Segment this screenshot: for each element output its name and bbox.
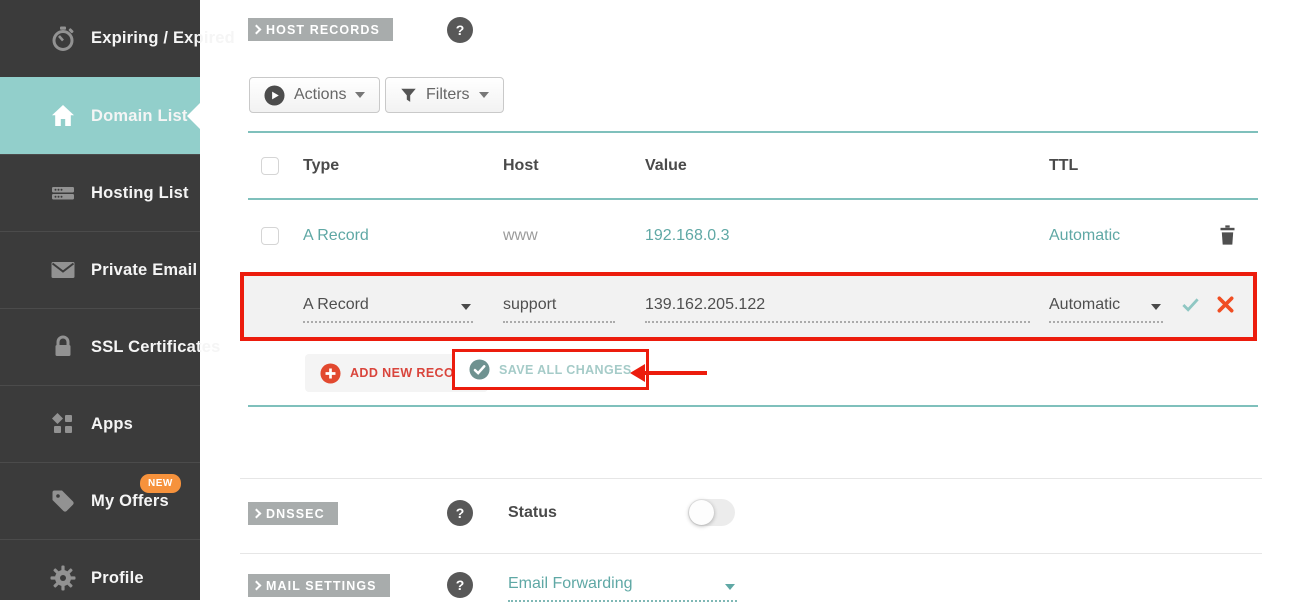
chevron-down-icon — [478, 92, 489, 98]
sidebar-item-expiring-expired[interactable]: Expiring / Expired — [0, 0, 235, 77]
filters-button[interactable]: Filters — [385, 77, 504, 113]
dnssec-status-label: Status — [508, 504, 557, 521]
column-header-ttl: TTL — [1049, 156, 1079, 174]
envelope-icon — [51, 262, 75, 278]
sidebar-item-hosting-list[interactable]: Hosting List — [0, 154, 200, 231]
select-all-checkbox[interactable] — [261, 156, 279, 175]
toggle-knob — [689, 500, 714, 525]
sidebar: Expiring / Expired Domain List Hosting L… — [0, 0, 235, 600]
host-records-help-icon[interactable]: ? — [447, 17, 473, 43]
chevron-down-icon — [355, 92, 366, 98]
record-host: www — [503, 227, 538, 244]
annotation-arrow-icon — [630, 364, 645, 382]
sidebar-item-apps[interactable]: Apps — [0, 385, 200, 462]
cancel-record-button[interactable] — [1216, 295, 1235, 317]
confirm-record-button[interactable] — [1181, 295, 1200, 317]
home-icon — [52, 105, 74, 126]
check-circle-icon — [469, 359, 490, 380]
ribbon-chevron-icon — [251, 508, 262, 519]
dnssec-section-label: DNSSEC — [248, 502, 338, 525]
sidebar-item-label: Profile — [91, 568, 144, 587]
sidebar-item-my-offers[interactable]: My Offers NEW — [0, 462, 200, 539]
annotation-arrow-line — [644, 371, 707, 375]
section-divider — [240, 478, 1262, 479]
column-header-host: Host — [503, 156, 539, 174]
play-icon — [264, 84, 285, 106]
sidebar-item-ssl-certificates[interactable]: SSL Certificates — [0, 308, 220, 385]
sidebar-item-label: Domain List — [91, 106, 188, 125]
chevron-down-icon — [1151, 304, 1161, 310]
mail-settings-select[interactable]: Email Forwarding — [508, 575, 737, 602]
sidebar-item-label: Hosting List — [91, 183, 189, 202]
ribbon-chevron-icon — [251, 24, 262, 35]
section-divider — [240, 553, 1262, 554]
row-checkbox[interactable] — [261, 227, 279, 245]
trash-icon — [1220, 224, 1235, 245]
edit-type-select[interactable]: A Record — [303, 296, 473, 323]
save-all-changes-button[interactable]: SAVE ALL CHANGES — [455, 352, 646, 387]
column-header-value: Value — [645, 156, 687, 174]
timer-icon — [52, 26, 74, 51]
close-icon — [1217, 296, 1234, 313]
new-badge: NEW — [140, 474, 181, 493]
record-value: 192.168.0.3 — [645, 227, 730, 244]
tag-icon — [52, 490, 74, 512]
record-ttl: Automatic — [1049, 227, 1121, 244]
sidebar-item-profile[interactable]: Profile — [0, 539, 200, 616]
column-header-type: Type — [303, 156, 340, 174]
sidebar-item-domain-list[interactable]: Domain List — [0, 77, 200, 154]
dnssec-help-icon[interactable]: ? — [447, 500, 473, 526]
edit-ttl-select[interactable]: Automatic — [1049, 296, 1163, 323]
delete-record-button[interactable] — [1217, 222, 1238, 251]
check-icon — [1182, 298, 1199, 312]
dnssec-toggle[interactable] — [688, 499, 735, 526]
funnel-icon — [401, 88, 416, 102]
table-bottom-divider — [248, 405, 1258, 407]
sidebar-item-label: Private Email — [91, 260, 198, 279]
table-header-row: Type Host Value TTL — [248, 133, 1258, 198]
chevron-down-icon — [461, 304, 471, 310]
gear-icon — [50, 565, 76, 591]
table-row: A Record www 192.168.0.3 Automatic — [248, 200, 1258, 272]
edit-value-input[interactable]: 139.162.205.122 — [645, 296, 1030, 323]
sidebar-item-label: Apps — [91, 414, 134, 433]
apps-icon — [51, 412, 72, 433]
edit-host-input[interactable]: support — [503, 296, 615, 323]
plus-circle-icon — [320, 362, 341, 384]
host-records-section-label: HOST RECORDS — [248, 18, 393, 41]
server-icon — [52, 187, 74, 200]
ribbon-chevron-icon — [251, 580, 262, 591]
actions-button[interactable]: Actions — [249, 77, 381, 113]
mail-settings-section-label: MAIL SETTINGS — [248, 574, 390, 597]
sidebar-item-private-email[interactable]: Private Email — [0, 231, 200, 308]
mail-settings-help-icon[interactable]: ? — [447, 572, 473, 598]
record-type: A Record — [303, 227, 369, 244]
sidebar-item-label: My Offers — [91, 491, 169, 510]
host-record-edit-row-annotation-box: A Record support 139.162.205.122 Automat… — [240, 272, 1257, 341]
main-content: HOST RECORDS ? Actions Filters Type Host… — [200, 0, 1300, 602]
save-button-annotation-box: SAVE ALL CHANGES — [452, 349, 649, 390]
chevron-down-icon — [725, 584, 735, 590]
lock-icon — [55, 335, 71, 356]
